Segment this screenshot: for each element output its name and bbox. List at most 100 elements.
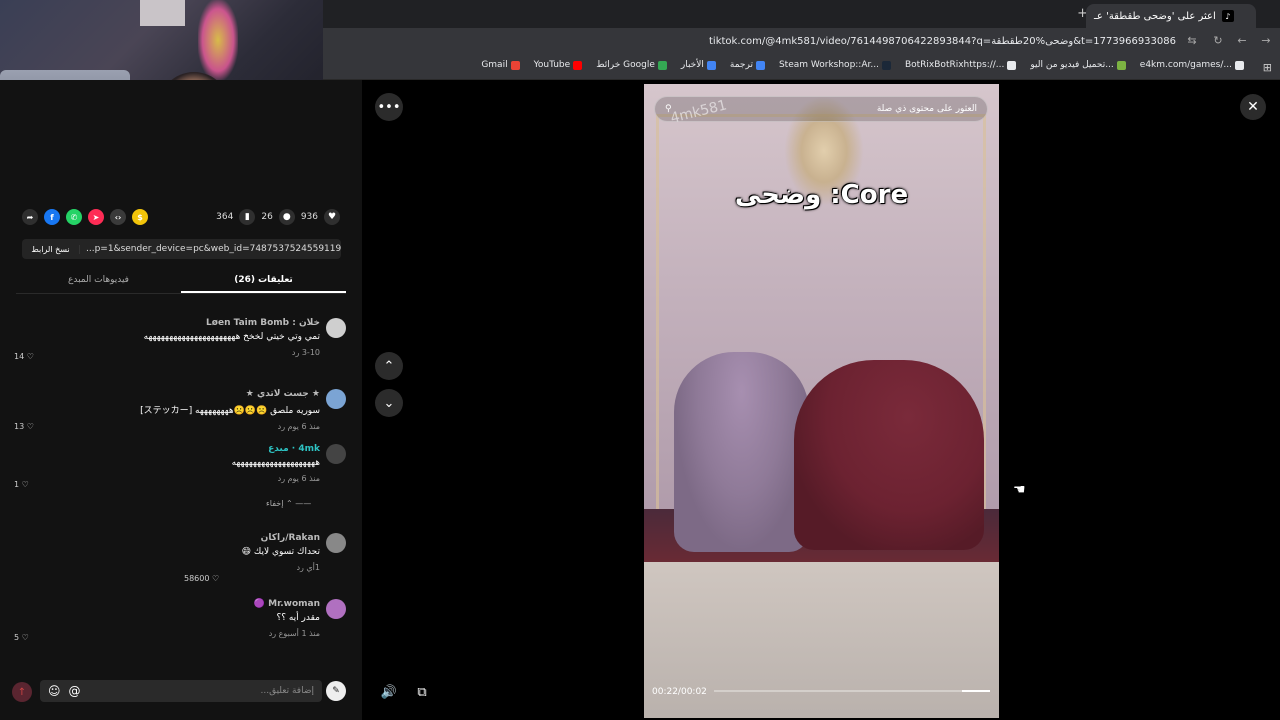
bookmark-favicon-icon [657,60,667,70]
pip-icon[interactable]: ⧉ [408,678,436,706]
previous-video-button[interactable]: ⌃ [375,352,403,380]
bookmark-icon[interactable]: ▮ [239,209,256,225]
address-bar-url[interactable]: tiktok.com/@4mk581/video/761449870642289… [709,36,1176,47]
bookmark-label: تحميل فيديو من اليو... [1030,60,1114,70]
tab-comments[interactable]: تعليقات (26) [181,270,346,293]
forward-icon[interactable]: → [1260,35,1272,47]
comment-like-count[interactable]: 58600 ♡ [184,574,219,583]
apps-grid-icon[interactable]: ⊞ [1263,61,1272,74]
comment-count: 26 [261,212,273,222]
volume-icon[interactable]: 🔊 [375,678,403,706]
bookmark-item[interactable]: خرائط Google [596,60,667,70]
bookmark-favicon-icon [1007,60,1017,70]
comment-text: مقدر أيه ؟؟ [276,613,320,623]
comment-likes-value: 14 [14,352,25,361]
heart-icon[interactable]: ♥ [324,209,340,225]
avatar[interactable] [326,533,346,553]
hand-cursor-icon: ☚ [1013,482,1026,498]
bookmark-favicon-icon [1116,60,1126,70]
comment-reply-link[interactable]: منذ 1 أسبوع رد [269,629,320,638]
avatar[interactable] [326,389,346,409]
bookmark-favicon-icon [706,60,716,70]
bookmark-label: Gmail [481,60,508,70]
bookmark-item[interactable]: ترجمة [730,60,765,70]
comment-author[interactable]: Mr.woman 🟣 [254,599,320,609]
share-link-text[interactable]: ...p=1&sender_device=pc&web_id=748753752… [80,244,341,254]
comment-item: Rakan/راكان تحداك تسوي لايك 😄 1أي رد [242,533,346,572]
bookmark-label: YouTube [533,60,571,70]
comment-item: 4mk · مبدع ههههههههههههههههههههه منذ 6 يوم… [232,444,346,483]
bookmark-label: BotRixBotRixhttps://... [904,60,1005,70]
reload-icon[interactable]: ↻ [1212,35,1224,47]
comment-icon[interactable]: ● [278,209,295,225]
bookmark-item[interactable]: Gmail [481,60,520,70]
comment-meta[interactable]: 3-10 رد [144,348,320,357]
share-arrow-icon[interactable]: ➦ [22,209,38,225]
bookmark-item[interactable]: الأخبار [681,60,716,70]
send-button[interactable]: ↑ [12,682,32,702]
next-video-button[interactable]: ⌄ [375,389,403,417]
bookmark-favicon-icon [510,60,520,70]
comment-author[interactable]: ★ جست لاتدي ★ [140,389,320,399]
more-options-icon[interactable]: ••• [375,93,403,121]
tiktok-icon: ♪ [1221,10,1234,22]
bookmark-item[interactable]: Steam Workshop::Ar... [779,60,891,70]
hide-replies-link[interactable]: إخفاء ⌃ —— [266,499,311,508]
avatar[interactable] [326,599,346,619]
embed-icon[interactable]: ‹› [110,209,126,225]
share-icons-row: ➦ f ✆ ➤ ‹› $ [22,209,148,225]
comment-like-count[interactable]: 5 ♡ [14,633,29,642]
comment-like-count[interactable]: 14 ♡ [14,352,34,361]
back-icon[interactable]: ← [1236,35,1248,47]
comment-like-count[interactable]: 13 ♡ [14,422,34,431]
comment-text: تمي وتي خيتي لخخخ هههههههههههههههههههههه… [143,332,320,342]
comment-reply-link[interactable]: رد [296,563,303,572]
comment-like-count[interactable]: 1 ♡ [14,480,29,489]
video-caption: وضحى :Core [734,180,909,210]
save-count: 364 [216,212,234,222]
bookmark-item[interactable]: BotRixBotRixhttps://... [904,60,1017,70]
comment-author[interactable]: 4mk · مبدع [232,444,320,454]
mention-icon[interactable]: @ [69,684,81,698]
comment-reply-link[interactable]: 3-10 رد [292,348,320,357]
neon-light [198,0,238,80]
bookmark-label: الأخبار [680,60,704,70]
comment-item: Mr.woman 🟣 مقدر أيه ؟؟ منذ 1 أسبوع رد [254,599,346,638]
send-icon[interactable]: ➤ [88,209,104,225]
tune-icon[interactable]: ⇆ [1186,35,1198,47]
whatsapp-icon[interactable]: ✆ [66,209,82,225]
comment-meta[interactable]: منذ 1 أسبوع رد [254,629,320,638]
facebook-icon[interactable]: f [44,209,60,225]
bookmark-favicon-icon [755,60,765,70]
stats-row: 364 ▮ 26 ● 936 ♥ [216,209,340,225]
comment-meta[interactable]: منذ 6 يوم رد [232,474,320,483]
bookmark-item[interactable]: تحميل فيديو من اليو... [1030,60,1126,70]
bookmark-item[interactable]: e4km.com/games/... [1140,60,1244,70]
comment-meta[interactable]: منذ 6 يوم رد [140,422,320,431]
video-player[interactable]: العثور على محتوى ذي صلة ⚲ 4mk581 وضحى :C… [644,84,999,718]
comment-author[interactable]: خلان : Løen Taim Bomb [144,318,320,328]
sticker-icon[interactable]: ✎ [326,681,346,701]
comment-input[interactable] [88,686,314,696]
avatar[interactable] [326,318,346,338]
avatar[interactable] [326,444,346,464]
close-icon[interactable]: ✕ [1240,94,1266,120]
emoji-icon[interactable]: ☺ [48,684,61,698]
comment-text: تحداك تسوي لايك 😄 [241,547,320,557]
comment-reply-link[interactable]: منذ 6 يوم رد [278,474,320,483]
bookmark-label: خرائط Google [596,60,655,70]
comment-author[interactable]: Rakan/راكان [242,533,320,543]
coin-icon[interactable]: $ [132,209,148,225]
browser-tab-active[interactable]: ♪ اعثر على 'وضحى طقطقة' عـ [1086,4,1256,28]
copy-link-button[interactable]: نسخ الرابط [22,244,80,254]
bookmark-label: e4km.com/games/... [1139,60,1232,70]
comment-reply-link[interactable]: منذ 6 يوم رد [278,422,320,431]
tab-title: اعثر على 'وضحى طقطقة' عـ [1094,10,1216,22]
video-progress-bar[interactable] [714,690,990,692]
bookmark-label: Steam Workshop::Ar... [778,60,879,70]
video-person-left [674,352,809,552]
tab-creator-videos[interactable]: فيديوهات المبدع [16,270,181,293]
bookmark-item[interactable]: YouTube [534,60,583,70]
comment-input-bar: ☺ @ [40,680,322,702]
comment-meta[interactable]: 1أي رد [242,563,320,572]
